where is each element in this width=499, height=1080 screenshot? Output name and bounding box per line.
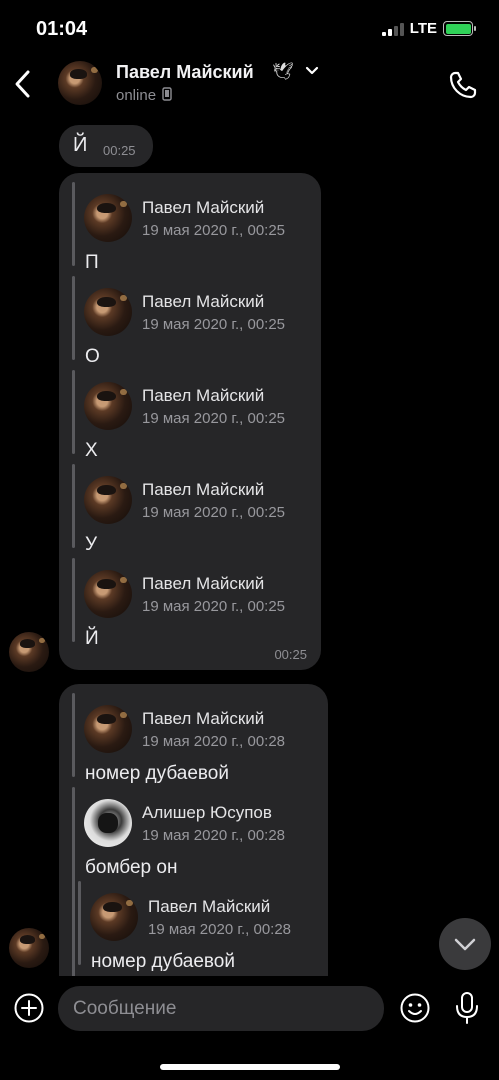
home-indicator — [160, 1064, 340, 1070]
sender-name: Павел Майский — [142, 386, 265, 405]
forward-text: П — [85, 252, 99, 273]
forwarded-message: Павел Майский 19 мая 2020 г., 00:28 номе… — [72, 693, 312, 784]
forward-text: У — [85, 534, 98, 555]
forward-date: 19 мая 2020 г., 00:25 — [142, 222, 286, 239]
back-button[interactable] — [8, 66, 38, 102]
scroll-to-bottom-button[interactable] — [439, 918, 491, 970]
message-time: 00:25 — [103, 143, 136, 158]
back-icon — [15, 70, 30, 98]
forward-text: Х — [85, 440, 98, 461]
emoji-icon — [400, 993, 430, 1023]
emoji-button[interactable] — [399, 992, 431, 1024]
forward-date: 19 мая 2020 г., 00:25 — [142, 504, 286, 521]
sender-avatar — [90, 893, 138, 941]
sender-avatar[interactable] — [9, 632, 49, 672]
sender-name: Павел Майский — [142, 480, 265, 499]
sender-name: Павел Майский — [148, 897, 271, 916]
forwarded-messages-bubble[interactable]: Павел Майский 19 мая 2020 г., 00:28 номе… — [59, 684, 328, 987]
forward-date: 19 мая 2020 г., 00:28 — [148, 921, 292, 938]
message-time: 00:25 — [274, 647, 307, 662]
contact-status: online — [116, 87, 172, 104]
message-bubble[interactable]: Й 00:25 — [59, 125, 153, 167]
forwarded-message: Павел Майский 19 мая 2020 г., 00:25 У — [72, 464, 312, 555]
call-button[interactable] — [446, 68, 480, 102]
status-time: 01:04 — [36, 18, 88, 40]
status-bar: 01:04 LTE — [0, 0, 499, 56]
phone-device-icon — [162, 87, 172, 101]
sender-avatar — [84, 570, 132, 618]
sender-name: Павел Майский — [142, 292, 265, 311]
forwarded-message: Павел Майский 19 мая 2020 г., 00:25 П — [72, 182, 312, 273]
forward-text: номер дубаевой — [85, 763, 229, 784]
phone-icon — [449, 71, 477, 99]
forward-text: бомбер он — [85, 857, 178, 878]
forward-date: 19 мая 2020 г., 00:25 — [142, 410, 286, 427]
nested-forwarded-message: Павел Майский 19 мая 2020 г., 00:28 номе… — [78, 881, 314, 972]
message-text: Й — [73, 134, 88, 156]
forwarded-messages-bubble[interactable]: Павел Майский 19 мая 2020 г., 00:25 П Па… — [59, 173, 321, 670]
sender-avatar — [84, 476, 132, 524]
sender-avatar — [84, 288, 132, 336]
status-text: online — [116, 87, 157, 104]
sender-avatar — [84, 799, 132, 847]
attach-button[interactable] — [13, 992, 45, 1024]
chevron-down-icon — [454, 938, 476, 951]
sender-name: Павел Майский — [142, 709, 265, 728]
forward-date: 19 мая 2020 г., 00:25 — [142, 316, 286, 333]
sender-avatar[interactable] — [9, 928, 49, 968]
status-indicators: LTE — [381, 20, 476, 37]
message-input[interactable] — [58, 986, 384, 1031]
voice-message-button[interactable] — [452, 990, 482, 1026]
network-label: LTE — [409, 20, 437, 37]
forward-text: Й — [85, 628, 99, 649]
forward-text: номер дубаевой — [91, 951, 235, 972]
forward-date: 19 мая 2020 г., 00:25 — [142, 598, 286, 615]
signal-icon — [381, 22, 404, 36]
dove-emoji: 🕊 — [272, 62, 294, 81]
contact-avatar[interactable] — [58, 61, 102, 105]
chat-header: Павел Майский 🕊 online — [0, 56, 499, 112]
microphone-icon — [456, 992, 478, 1024]
sender-name: Павел Майский — [142, 198, 265, 217]
sender-avatar — [84, 705, 132, 753]
forwarded-message: Павел Майский 19 мая 2020 г., 00:25 Х — [72, 370, 312, 461]
sender-name: Павел Майский — [142, 574, 265, 593]
forwarded-message: Павел Майский 19 мая 2020 г., 00:25 Й — [72, 558, 312, 649]
forwarded-message: Павел Майский 19 мая 2020 г., 00:25 О — [72, 276, 312, 367]
chevron-down-icon[interactable] — [304, 64, 320, 78]
forward-date: 19 мая 2020 г., 00:28 — [142, 733, 286, 750]
forward-text: О — [85, 346, 100, 367]
forward-date: 19 мая 2020 г., 00:28 — [142, 827, 286, 844]
sender-avatar — [84, 382, 132, 430]
plus-icon — [14, 993, 44, 1023]
sender-name: Алишер Юсупов — [142, 803, 272, 822]
forwarded-message: Алишер Юсупов 19 мая 2020 г., 00:28 бомб… — [72, 787, 322, 987]
contact-name[interactable]: Павел Майский — [116, 62, 254, 83]
message-input-bar — [0, 976, 499, 1080]
battery-icon — [443, 21, 476, 36]
sender-avatar — [84, 194, 132, 242]
